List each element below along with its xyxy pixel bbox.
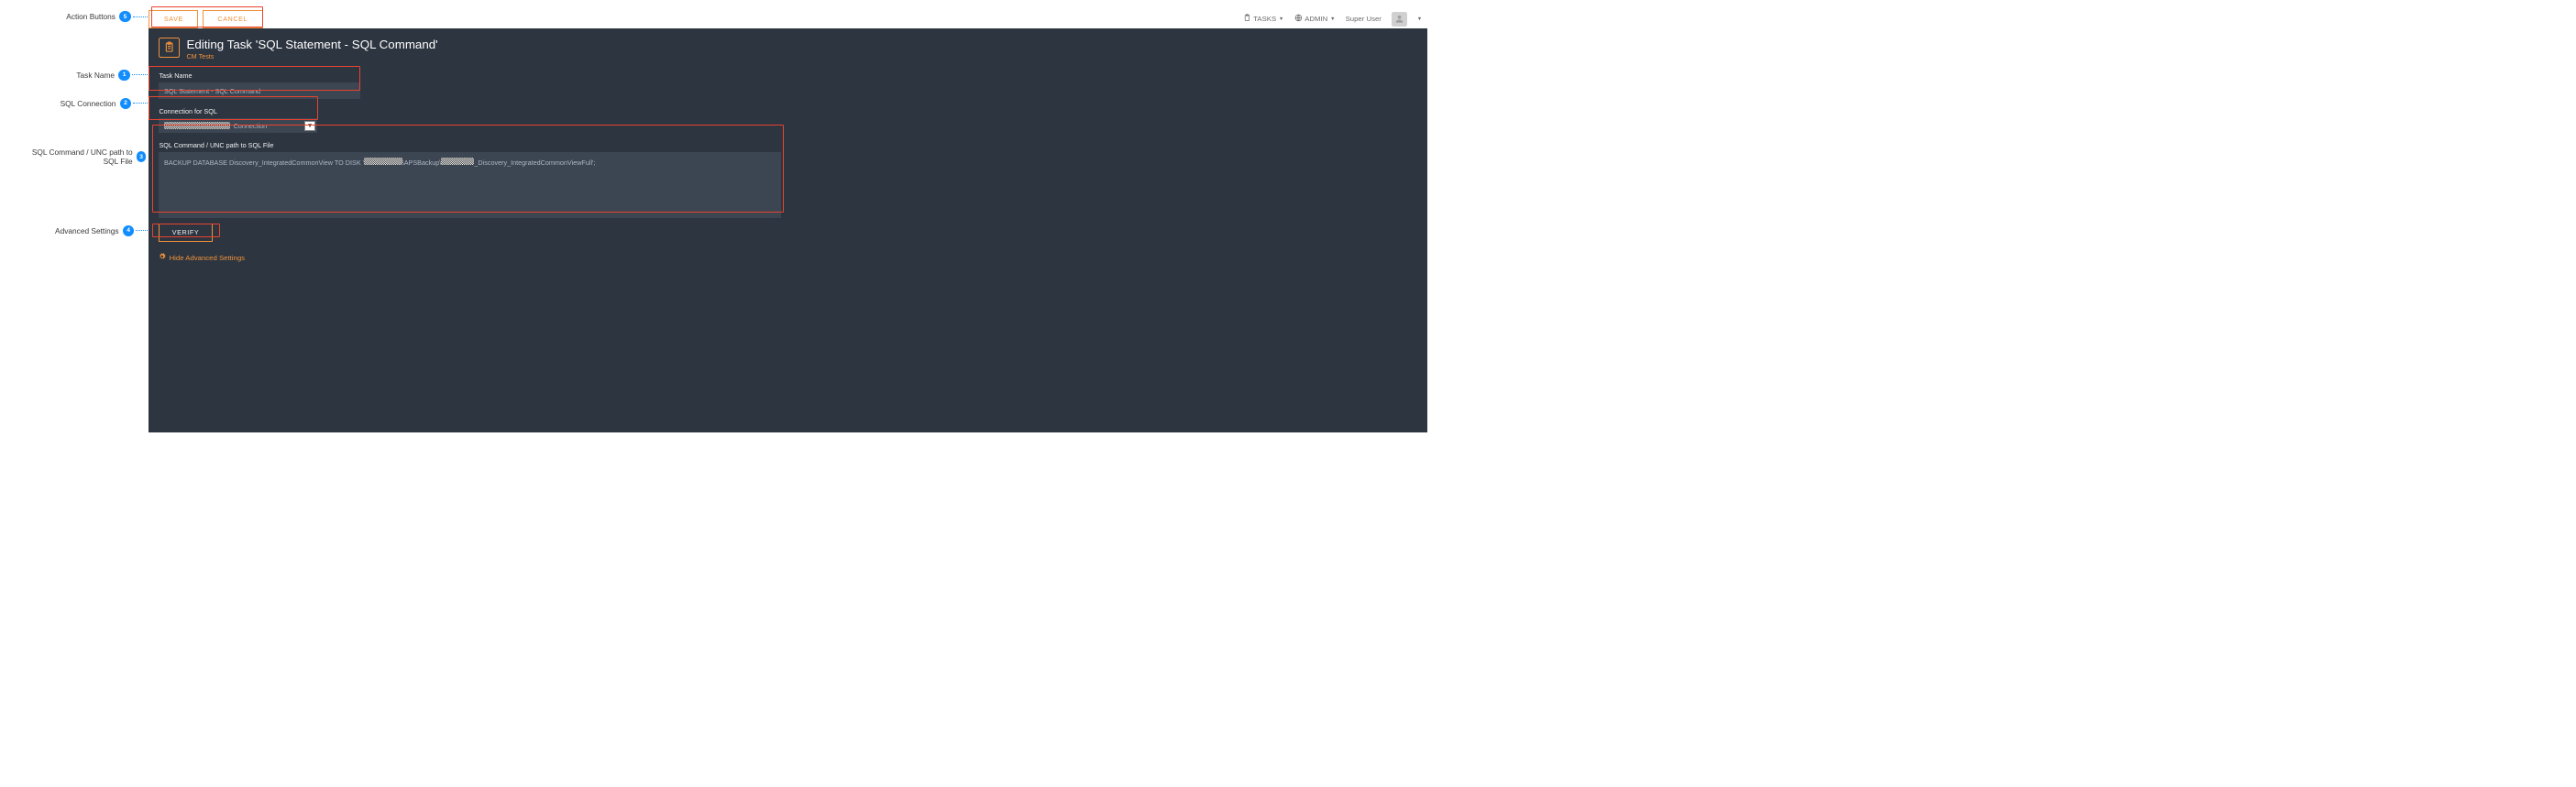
redacted-text [441, 158, 474, 165]
chevron-down-icon: ▼ [1417, 16, 1423, 22]
advanced-settings-label: Hide Advanced Settings [170, 254, 245, 262]
callout-label: SQL Command / UNC path to SQL File [26, 148, 133, 166]
task-name-input[interactable] [159, 82, 360, 99]
task-name-group: Task Name [159, 71, 1416, 99]
sql-command-group: SQL Command / UNC path to SQL File BACKU… [159, 141, 780, 242]
admin-menu[interactable]: ADMIN ▼ [1294, 14, 1336, 24]
connection-value: Connection [159, 118, 304, 133]
callout-badge: 2 [120, 98, 131, 109]
top-nav: TASKS ▼ ADMIN ▼ Super User ▼ [1243, 12, 1427, 27]
callout-badge: 3 [137, 151, 146, 162]
task-icon [159, 38, 179, 58]
callout: Advanced Settings 4 [55, 225, 148, 236]
connection-label: Connection for SQL [159, 107, 1416, 115]
action-buttons: SAVE CANCEL [149, 10, 262, 28]
connector-line [133, 103, 148, 104]
callout: SQL Command / UNC path to SQL File 3 [26, 148, 148, 166]
callout: SQL Connection 2 [61, 98, 149, 109]
callout-badge: 4 [123, 225, 134, 236]
callout-label: Task Name [76, 71, 115, 80]
gear-icon [159, 253, 166, 262]
sql-command-label: SQL Command / UNC path to SQL File [159, 141, 780, 149]
redacted-text [364, 158, 402, 165]
cancel-button[interactable]: CANCEL [203, 10, 263, 28]
tasks-label: TASKS [1253, 15, 1276, 23]
verify-button[interactable]: VERIFY [159, 224, 212, 242]
sql-command-input[interactable]: BACKUP DATABASE Discovery_IntegratedComm… [159, 152, 780, 218]
chevron-down-icon: ▼ [1330, 16, 1336, 22]
sql-text-mid: \APSBackup\ [402, 158, 442, 167]
sql-text-prefix: BACKUP DATABASE Discovery_IntegratedComm… [164, 158, 364, 167]
callout-badge: 1 [118, 70, 129, 81]
chevron-down-icon: ▼ [1279, 16, 1284, 22]
panel-header: Editing Task 'SQL Statement - SQL Comman… [159, 38, 1416, 60]
callout-label: Action Buttons [66, 12, 116, 21]
user-label: Super User [1346, 15, 1382, 23]
dropdown-button[interactable]: ▼ [304, 121, 314, 131]
connector-line [136, 230, 148, 231]
connection-select[interactable]: Connection ▼ [159, 118, 316, 133]
callout-label: Advanced Settings [55, 226, 118, 235]
connection-group: Connection for SQL Connection ▼ [159, 107, 1416, 133]
connection-suffix: Connection [234, 122, 268, 130]
callout-label: SQL Connection [61, 99, 116, 108]
callout: Action Buttons 5 [66, 11, 148, 22]
callout: Task Name 1 [76, 70, 148, 81]
connector-line [133, 16, 148, 17]
admin-label: ADMIN [1305, 15, 1327, 23]
sql-text-suffix: _Discovery_IntegratedCommonViewFull'; [474, 158, 595, 167]
globe-icon [1294, 14, 1303, 24]
clipboard-icon [1243, 14, 1251, 24]
breadcrumb[interactable]: CM Tests [186, 52, 437, 60]
save-button[interactable]: SAVE [149, 10, 198, 28]
tasks-menu[interactable]: TASKS ▼ [1243, 14, 1284, 24]
callout-badge: 5 [119, 11, 130, 22]
main-panel: Editing Task 'SQL Statement - SQL Comman… [149, 28, 1426, 432]
redacted-text [164, 122, 230, 129]
avatar[interactable] [1392, 12, 1407, 27]
connector-line [132, 74, 148, 75]
task-name-label: Task Name [159, 71, 1416, 80]
page-title: Editing Task 'SQL Statement - SQL Comman… [186, 38, 437, 51]
hide-advanced-settings-link[interactable]: Hide Advanced Settings [159, 253, 1416, 262]
